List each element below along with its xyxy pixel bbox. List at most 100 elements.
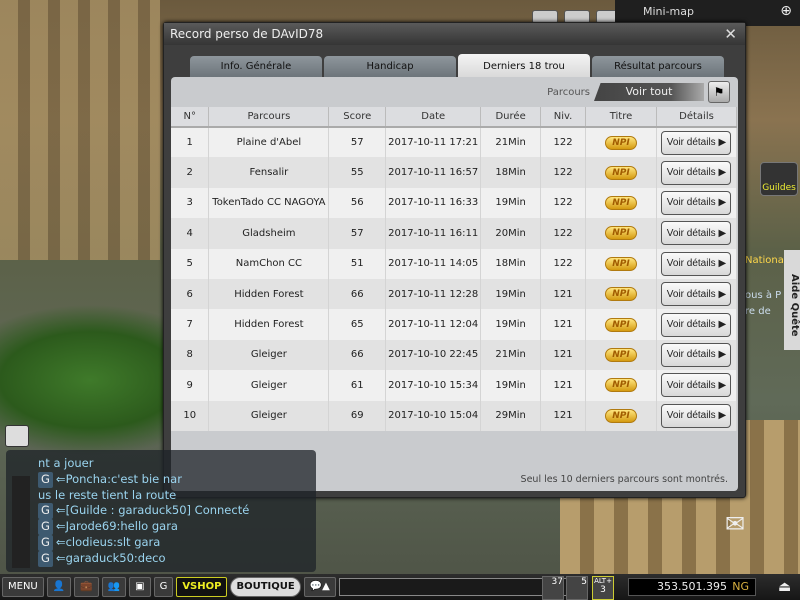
vshop-button[interactable]: VSHOP [176, 577, 228, 597]
chat-line: G ⇐garaduck50:deco [38, 550, 249, 567]
cell: 8 [171, 339, 210, 371]
boutique-button[interactable]: BOUTIQUE [230, 577, 301, 597]
voir-details-button[interactable]: Voir détails ▶ [661, 342, 732, 367]
cell: Gleiger [208, 400, 330, 431]
table-row: 5 NamChon CC 51 2017-10-11 14:05 18Min 122 NPI… [171, 248, 738, 279]
cell: 57 [328, 218, 387, 249]
dialog-title: Record perso de DAvID78 [164, 23, 745, 45]
cell: 2017-10-11 16:57 [385, 157, 482, 188]
voir-details-button[interactable]: Voir détails ▶ [661, 312, 732, 337]
cell: 122 [540, 127, 587, 158]
voir-details-button[interactable]: Voir détails ▶ [661, 221, 732, 246]
cell: Hidden Forest [208, 278, 330, 310]
tab-0[interactable]: Info. Générale [190, 56, 322, 78]
cell: Gleiger [208, 370, 330, 401]
guild-button[interactable]: G [153, 577, 174, 597]
npi-badge: NPI [605, 408, 637, 423]
cell: 122 [540, 157, 587, 188]
cell: 6 [171, 278, 210, 310]
tab-2[interactable]: Derniers 18 trou [458, 54, 590, 78]
cell: 19Min [480, 278, 542, 310]
cell: 2017-10-10 22:45 [385, 339, 482, 371]
table-row: 10 Gleiger 69 2017-10-10 15:04 29Min 121 NPI Vo… [171, 400, 738, 431]
records-panel: Parcours Voir tout ⚑ N° Parcours Score Date… [171, 77, 738, 491]
cell: 121 [540, 339, 587, 371]
guild-chat-icon: G [38, 550, 53, 567]
camera-icon[interactable]: ▣ [129, 577, 151, 597]
chat-bubble-icon[interactable]: 💬▲ [303, 577, 336, 597]
npi-badge: NPI [605, 378, 637, 393]
voir-details-button[interactable]: Voir détails ▶ [661, 130, 732, 155]
cell: 2017-10-11 16:11 [385, 218, 482, 249]
trash-icon[interactable] [5, 425, 29, 447]
cell: 51 [328, 248, 387, 279]
flag-icon[interactable]: ⚑ [708, 81, 730, 103]
tab-3[interactable]: Résultat parcours [592, 56, 724, 78]
exit-icon[interactable]: ⏏ [778, 579, 791, 595]
cell: 29Min [480, 400, 542, 431]
cell: Hidden Forest [208, 309, 330, 340]
cell: 57 [328, 127, 387, 158]
aide-quete-tab[interactable]: Aide Quête [784, 250, 800, 350]
cell: 18Min [480, 157, 542, 188]
column-header: Score [328, 107, 387, 128]
column-header: Parcours [208, 107, 330, 128]
voir-details-button[interactable]: Voir détails ▶ [661, 190, 732, 215]
cell: 1 [171, 127, 210, 158]
friends-icon[interactable]: 👥 [101, 577, 127, 597]
records-table: N° Parcours Score Date Durée Niv. Titre Détails… [171, 107, 738, 431]
npi-badge: NPI [605, 135, 637, 150]
cell: 55 [328, 157, 387, 188]
voir-details-button[interactable]: Voir détails ▶ [661, 160, 732, 185]
inventory-icon[interactable]: 💼 [74, 577, 99, 597]
table-row: 1 Plaine d'Abel 57 2017-10-11 17:21 21Min 122… [171, 127, 738, 158]
cell: 7 [171, 309, 210, 340]
column-header: Niv. [540, 107, 587, 128]
record-dialog: Record perso de DAvID78 ✕ Info. Générale… [163, 22, 746, 498]
guildes-button[interactable]: Guildes [760, 162, 798, 196]
cell: 2017-10-11 12:28 [385, 278, 482, 310]
cell: 65 [328, 309, 387, 340]
cell: 121 [540, 309, 587, 340]
quest-text-2: ous à Pre de [745, 290, 782, 317]
guild-chat-icon: G [38, 503, 53, 520]
npi-badge: NPI [605, 347, 637, 362]
zoom-icon[interactable]: ⊕ [780, 3, 792, 19]
cell: 121 [540, 400, 587, 431]
chat-line: G ⇐[Guilde : garaduck50] Connecté [38, 503, 249, 520]
cell: Plaine d'Abel [208, 127, 330, 158]
cell: 3 [171, 187, 210, 219]
tab-1[interactable]: Handicap [324, 56, 456, 78]
cell: 2017-10-10 15:34 [385, 370, 482, 401]
npi-badge: NPI [605, 195, 637, 210]
chat-scrollbar[interactable] [12, 476, 30, 568]
cell: Gladsheim [208, 218, 330, 249]
voir-details-button[interactable]: Voir détails ▶ [661, 282, 732, 307]
course-filter[interactable]: Parcours Voir tout ⚑ [547, 81, 730, 103]
close-icon[interactable]: ✕ [724, 25, 737, 43]
cell: 2 [171, 157, 210, 188]
npi-badge: NPI [605, 256, 637, 271]
character-icon[interactable]: 👤 [46, 577, 72, 597]
voir-details-button[interactable]: Voir détails ▶ [661, 251, 732, 276]
npi-badge: NPI [605, 287, 637, 302]
table-row: 4 Gladsheim 57 2017-10-11 16:11 20Min 122 NPI V… [171, 218, 738, 249]
money-display: 353.501.395 NG [628, 578, 756, 596]
filter-select[interactable]: Voir tout [594, 83, 704, 101]
table-row: 3 TokenTado CC NAGOYA 56 2017-10-11 16:33 19… [171, 187, 738, 219]
voir-details-button[interactable]: Voir détails ▶ [661, 403, 732, 428]
mail-icon[interactable]: ✉ [725, 510, 745, 538]
cell: 2017-10-11 14:05 [385, 248, 482, 279]
cell: 69 [328, 400, 387, 431]
minimap-title: Mini-map [643, 5, 694, 18]
cell: Gleiger [208, 339, 330, 371]
column-header: Détails [656, 107, 738, 128]
table-row: 9 Gleiger 61 2017-10-10 15:34 19Min 121 NPI Voi… [171, 370, 738, 401]
alt-slot[interactable]: ALT+ 3 [592, 576, 614, 600]
item-slot-2[interactable]: 5 [566, 576, 588, 600]
menu-button[interactable]: MENU [2, 577, 44, 597]
voir-details-button[interactable]: Voir détails ▶ [661, 373, 732, 398]
cell: 4 [171, 218, 210, 249]
chat-line: G ⇐clodieus:slt gara [38, 534, 249, 551]
item-slot-1[interactable]: 37 [542, 576, 564, 600]
